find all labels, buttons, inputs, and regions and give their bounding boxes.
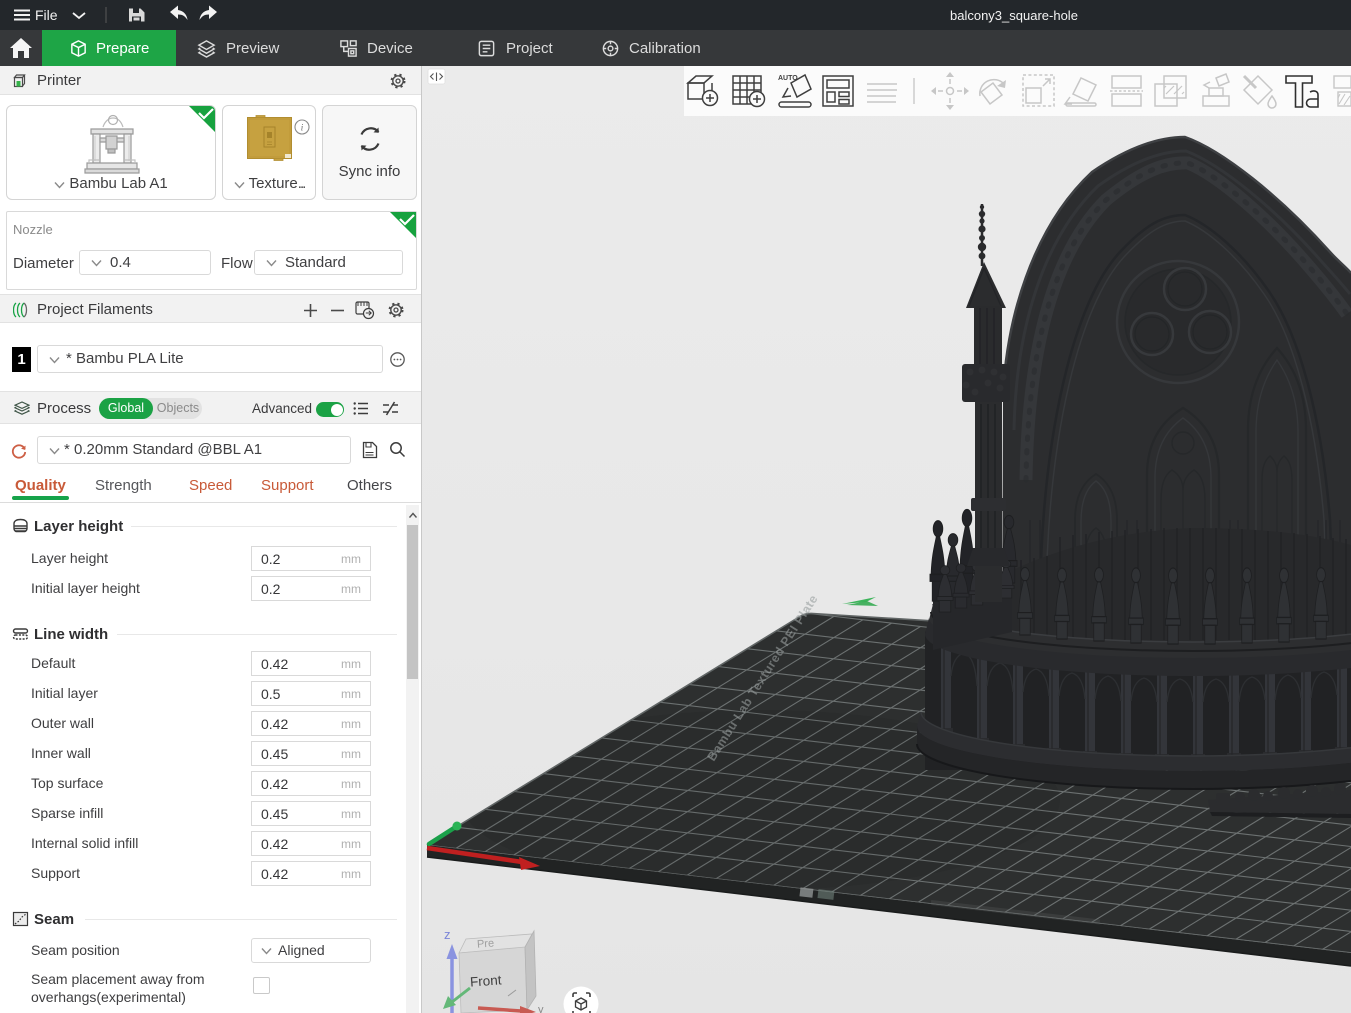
svg-text:y: y (538, 1004, 544, 1013)
svg-text:Pre: Pre (477, 938, 495, 951)
svg-text:z: z (444, 927, 451, 942)
svg-text:AUTO: AUTO (778, 75, 798, 82)
svg-text:Front: Front (469, 972, 502, 989)
